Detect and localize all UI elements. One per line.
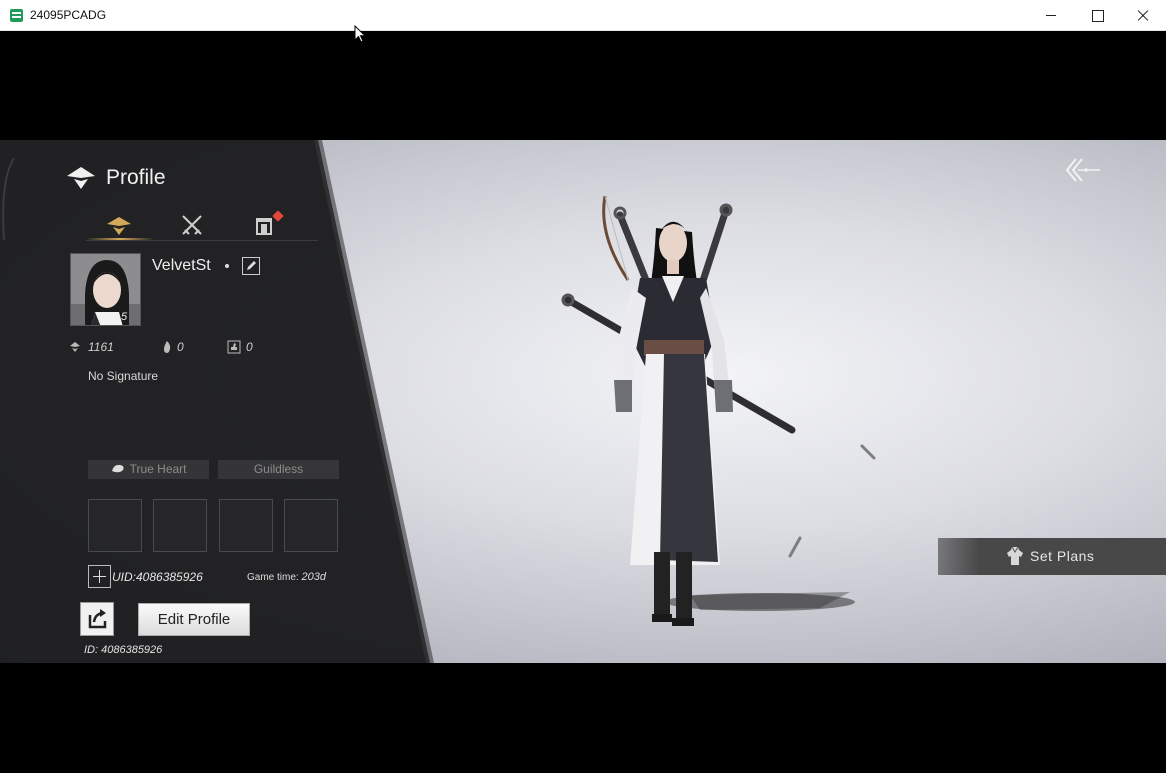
avatar-level: 5 bbox=[121, 311, 128, 323]
back-button[interactable] bbox=[1064, 156, 1102, 184]
flame-icon bbox=[164, 341, 171, 353]
guild-label: Guildless bbox=[253, 462, 304, 476]
share-icon bbox=[88, 609, 107, 629]
tab-combat[interactable] bbox=[174, 210, 210, 240]
edit-name-button[interactable] bbox=[242, 257, 260, 275]
window-titlebar: 24095PCADG bbox=[0, 0, 1166, 31]
true-heart-label: True Heart bbox=[129, 462, 187, 476]
profile-emblem-icon bbox=[107, 217, 131, 235]
share-button[interactable] bbox=[80, 602, 114, 636]
game-time-label: Game time: bbox=[247, 572, 302, 583]
guild-tag[interactable]: Guildless bbox=[218, 460, 339, 479]
close-button[interactable] bbox=[1120, 0, 1166, 31]
game-time: Game time: 203d bbox=[247, 571, 326, 583]
window-title: 24095PCADG bbox=[30, 8, 107, 22]
stat-value: 0 bbox=[177, 340, 184, 354]
showcase-slot[interactable] bbox=[219, 499, 273, 552]
online-status-dot bbox=[225, 264, 229, 268]
player-name: VelvetSt bbox=[152, 257, 211, 274]
avatar-portrait bbox=[71, 254, 140, 325]
showcase-slot[interactable] bbox=[88, 499, 142, 552]
stat-value: 0 bbox=[246, 340, 253, 354]
app-icon bbox=[10, 9, 23, 22]
uid-text: UID:4086385926 bbox=[112, 570, 203, 584]
true-heart-tag[interactable]: True Heart bbox=[88, 460, 209, 479]
profile-panel: Profile 5 VelvetSt 1161 0 0 No Signature… bbox=[0, 140, 1166, 663]
add-button[interactable] bbox=[88, 565, 111, 588]
thumbs-up-icon bbox=[227, 340, 241, 354]
heart-badge-icon bbox=[112, 464, 125, 473]
pencil-icon bbox=[247, 261, 256, 270]
game-viewport: Profile 5 VelvetSt 1161 0 0 No Signature… bbox=[0, 140, 1166, 663]
minimize-button[interactable] bbox=[1028, 0, 1074, 31]
edit-profile-button[interactable]: Edit Profile bbox=[138, 603, 250, 636]
crossed-swords-icon bbox=[182, 215, 202, 235]
emblem-icon bbox=[70, 342, 80, 352]
mouse-cursor-icon bbox=[354, 25, 366, 43]
showcase-slot[interactable] bbox=[284, 499, 338, 552]
stat-value: 1161 bbox=[88, 340, 114, 354]
set-plans-button[interactable]: Set Plans bbox=[938, 538, 1166, 575]
avatar[interactable] bbox=[70, 253, 141, 326]
set-plans-label: Set Plans bbox=[1030, 548, 1095, 564]
page-title: Profile bbox=[106, 166, 166, 189]
profile-emblem-icon bbox=[67, 167, 95, 189]
outfit-icon bbox=[1007, 546, 1023, 565]
maximize-button[interactable] bbox=[1074, 0, 1120, 31]
game-time-value: 203d bbox=[301, 571, 326, 583]
id-text: ID: 4086385926 bbox=[84, 644, 163, 656]
back-arrows-icon bbox=[1065, 158, 1100, 182]
showcase-slot[interactable] bbox=[153, 499, 207, 552]
tab-profile[interactable] bbox=[101, 210, 137, 240]
signature-text[interactable]: No Signature bbox=[88, 369, 158, 383]
tab-divider bbox=[86, 240, 318, 241]
